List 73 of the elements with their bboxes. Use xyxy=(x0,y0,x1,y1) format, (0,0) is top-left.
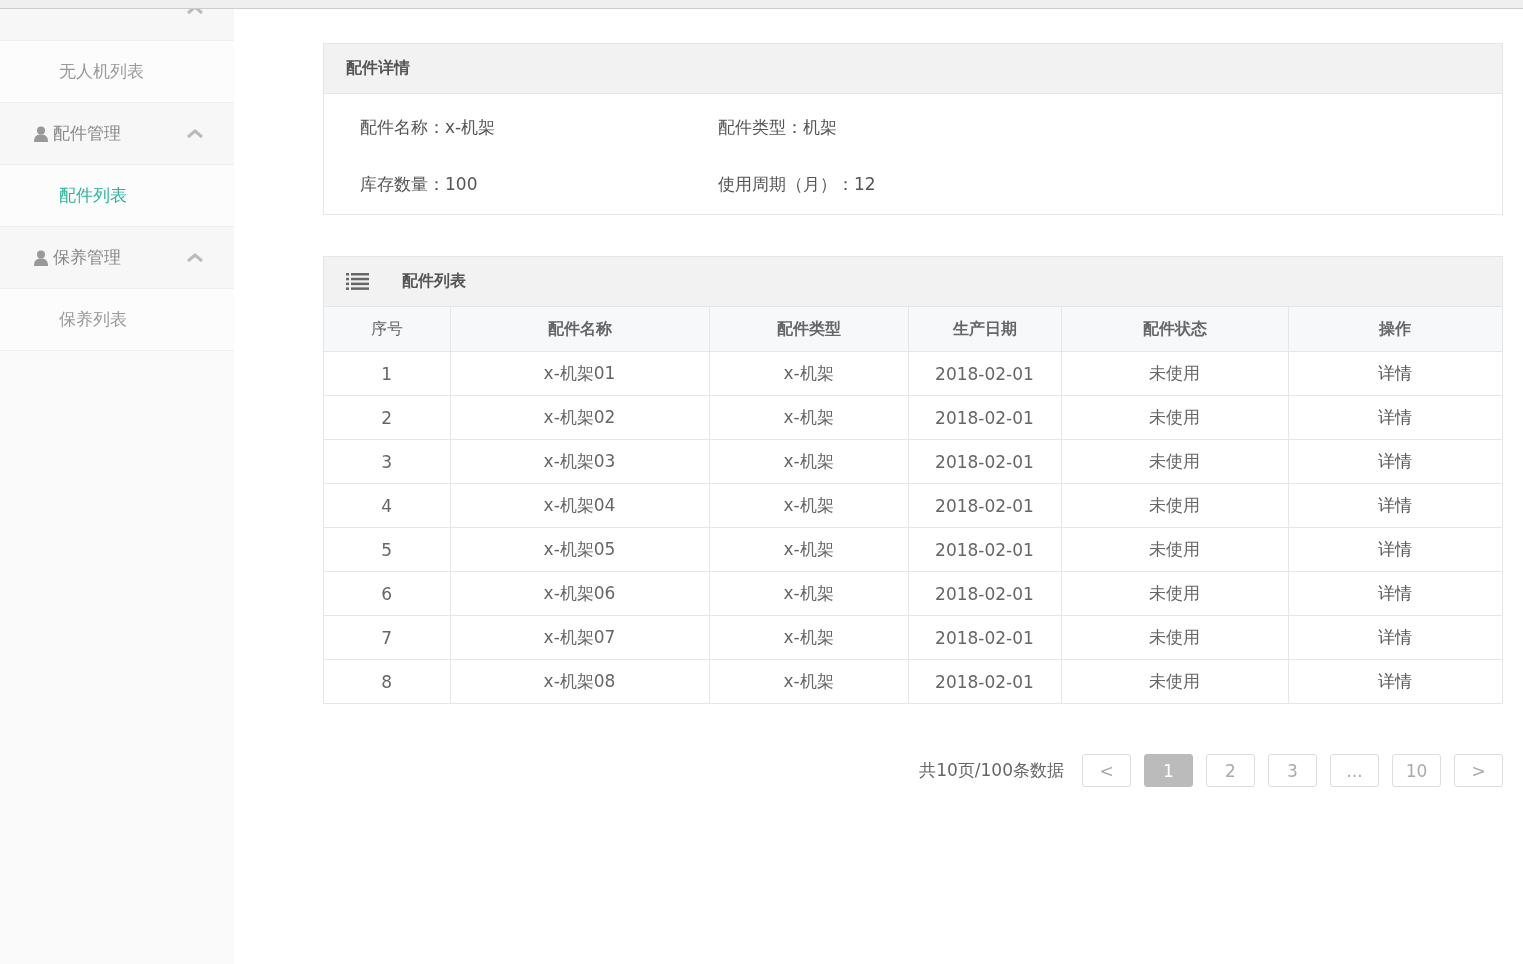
panel-title: 配件列表 xyxy=(402,271,466,292)
panel-title: 配件详情 xyxy=(346,58,410,79)
details-link[interactable]: 详情 xyxy=(1378,407,1413,427)
prev-page-button[interactable]: < xyxy=(1082,754,1131,787)
table-cell: 未使用 xyxy=(1149,627,1200,647)
table-cell: x-机架02 xyxy=(543,407,616,427)
table-cell: 未使用 xyxy=(1149,583,1200,603)
table-cell: 1 xyxy=(381,363,393,384)
table-cell: 2018-02-01 xyxy=(935,451,1034,472)
table-cell: 未使用 xyxy=(1149,671,1200,691)
details-link[interactable]: 详情 xyxy=(1378,627,1413,647)
page-summary: 共10页/100条数据 xyxy=(919,759,1064,782)
column-header: 操作 xyxy=(1288,307,1502,352)
table-cell: 2018-02-01 xyxy=(935,363,1034,384)
table-cell: x-机架 xyxy=(783,627,834,647)
column-header: 生产日期 xyxy=(908,307,1061,352)
table-cell: x-机架07 xyxy=(543,627,616,647)
table-cell: x-机架 xyxy=(783,451,834,471)
table-cell: 2018-02-01 xyxy=(935,671,1034,692)
chevron-up-icon xyxy=(186,128,204,139)
table-cell: x-机架06 xyxy=(543,583,616,603)
column-header: 配件状态 xyxy=(1061,307,1288,352)
details-link[interactable]: 详情 xyxy=(1378,583,1413,603)
table-cell: x-机架 xyxy=(783,495,834,515)
page-button[interactable]: 10 xyxy=(1392,754,1441,787)
page-button[interactable]: 3 xyxy=(1268,754,1317,787)
table-cell: 2018-02-01 xyxy=(935,539,1034,560)
details-link[interactable]: 详情 xyxy=(1378,495,1413,515)
page-button[interactable]: ... xyxy=(1330,754,1379,787)
page-button[interactable]: 2 xyxy=(1206,754,1255,787)
user-icon xyxy=(34,249,48,266)
user-icon xyxy=(34,125,48,142)
column-header: 序号 xyxy=(324,307,450,352)
list-icon xyxy=(346,273,369,290)
table-cell: x-机架 xyxy=(783,583,834,603)
table-cell: 8 xyxy=(381,671,393,692)
table-cell: x-机架 xyxy=(783,407,834,427)
table-cell: x-机架 xyxy=(783,363,834,383)
table-cell: 未使用 xyxy=(1149,495,1200,515)
table-cell: 5 xyxy=(381,539,393,560)
table-cell: x-机架01 xyxy=(543,363,616,383)
table-cell: 2018-02-01 xyxy=(935,583,1034,604)
table-cell: x-机架 xyxy=(783,539,834,559)
table-cell: 3 xyxy=(381,451,393,472)
chevron-up-icon xyxy=(186,252,204,263)
column-header: 配件类型 xyxy=(709,307,908,352)
table-cell: 2018-02-01 xyxy=(935,627,1034,648)
next-page-button[interactable]: > xyxy=(1454,754,1503,787)
table-cell: 未使用 xyxy=(1149,407,1200,427)
table-cell: 2 xyxy=(381,407,393,428)
table-cell: 2018-02-01 xyxy=(935,407,1034,428)
table-cell: x-机架04 xyxy=(543,495,616,515)
table-cell: x-机架03 xyxy=(543,451,616,471)
table-cell: 未使用 xyxy=(1149,363,1200,383)
table-cell: 4 xyxy=(381,495,393,516)
table-cell: 2018-02-01 xyxy=(935,495,1034,516)
page-button[interactable]: 1 xyxy=(1144,754,1193,787)
details-link[interactable]: 详情 xyxy=(1378,671,1413,691)
table-cell: 未使用 xyxy=(1149,451,1200,471)
field-text: 配件名称：x-机架 xyxy=(360,116,497,139)
table-cell: x-机架05 xyxy=(543,539,616,559)
table-cell: 未使用 xyxy=(1149,539,1200,559)
details-link[interactable]: 详情 xyxy=(1378,451,1413,471)
table-cell: x-机架08 xyxy=(543,671,616,691)
details-link[interactable]: 详情 xyxy=(1378,363,1413,383)
table-cell: 7 xyxy=(381,627,393,648)
table-cell: 6 xyxy=(381,583,393,604)
details-link[interactable]: 详情 xyxy=(1378,539,1413,559)
column-header: 配件名称 xyxy=(450,307,709,352)
field-text: 库存数量：100 xyxy=(360,173,479,196)
table-cell: x-机架 xyxy=(783,671,834,691)
field-text: 配件类型：机架 xyxy=(718,116,838,139)
field-text: 使用周期（月）：12 xyxy=(718,173,877,196)
